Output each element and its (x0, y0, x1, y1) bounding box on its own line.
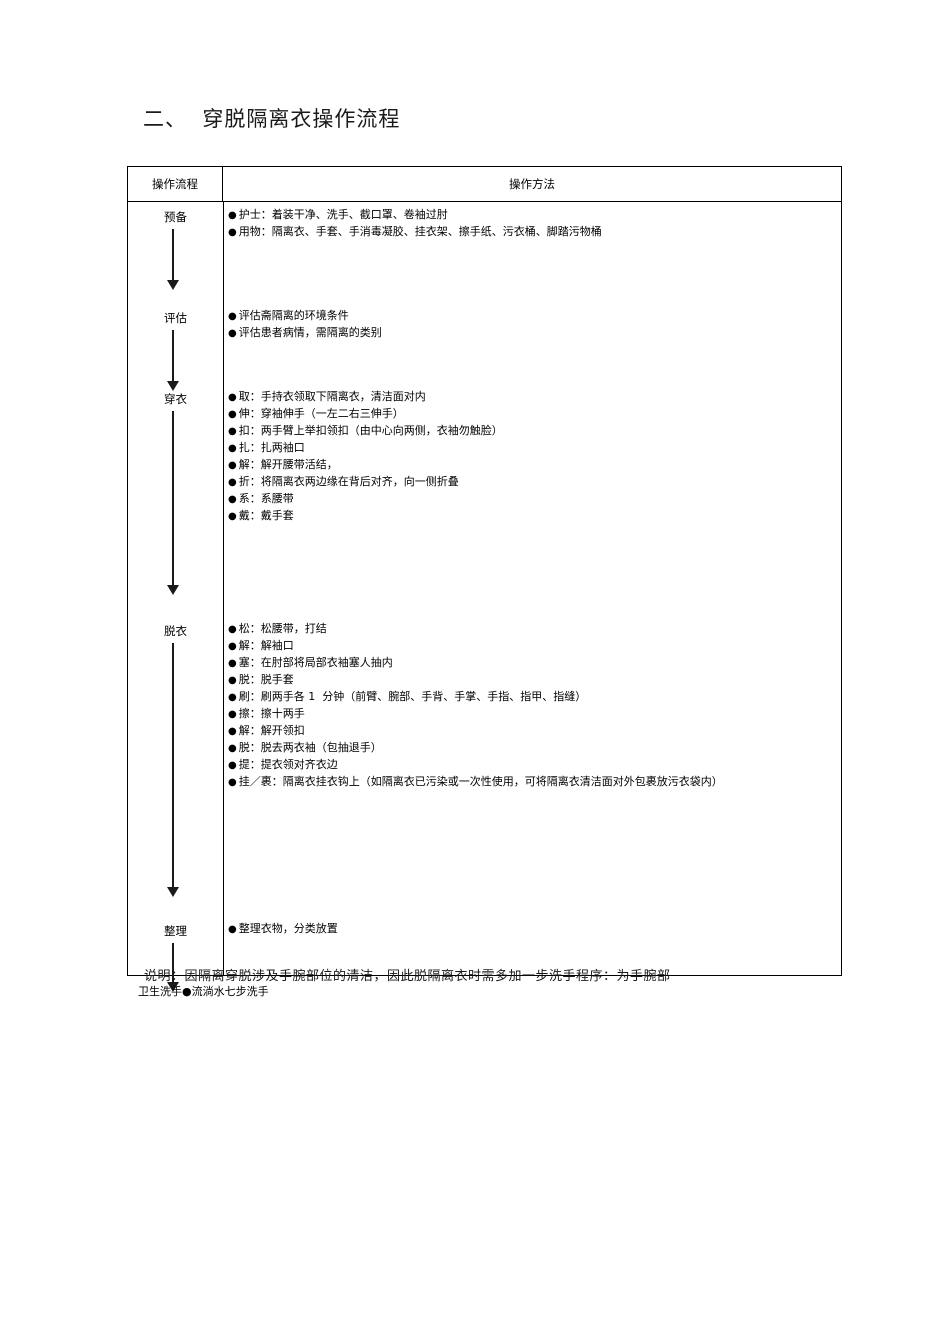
bullet-text: 评估患者病情，需隔离的类别 (238, 326, 382, 339)
bullet-text: 折：将隔离衣两边缘在背后对齐，向一侧折叠 (238, 475, 459, 488)
bullet-dot: ● (228, 743, 237, 754)
bullet-text: 戴：戴手套 (238, 509, 294, 522)
flow-arrow-down (172, 411, 175, 586)
bullet-text: 擦：擦十两手 (238, 707, 305, 720)
bullet-item: ● 擦：擦十两手 (228, 706, 833, 723)
bullet-dot: ● (228, 409, 237, 420)
bullet-dot: ● (228, 726, 237, 737)
bullet-text: 护士：着装干净、洗手、截口罩、卷袖过肘 (238, 208, 448, 221)
row-content: ● 护士：着装干净、洗手、截口罩、卷袖过肘 ● 用物：隔离衣、手套、手消毒凝胶、挂衣… (228, 207, 833, 241)
hand-hygiene-footer-text: 卫生洗手●流淌水七步洗手 (138, 985, 269, 998)
column-divider (223, 202, 224, 975)
bullet-dot: ● (228, 477, 237, 488)
bullet-text: 刷：刷两手各 1 分钟（前臂、腕部、手背、手掌、手指、指甲、指缝） (238, 690, 587, 703)
bullet-dot: ● (228, 311, 237, 322)
bullet-item: ● 系：系腰带 (228, 491, 833, 508)
bullet-dot: ● (228, 760, 237, 771)
flow-arrow-down (172, 229, 175, 281)
stage-label-assess: 评估 (164, 311, 187, 325)
table-header-row: 操作流程 操作方法 (128, 167, 841, 202)
bullet-dot: ● (228, 624, 237, 635)
row-content: ● 整理衣物，分类放置 (228, 921, 833, 938)
bullet-dot: ● (228, 641, 237, 652)
row-content: ● 取：手持衣领取下隔离衣，清洁面对内 ● 伸：穿袖伸手（一左二右三伸手） ● 扣：两… (228, 389, 833, 525)
table-body: 预备 ● 护士：着装干净、洗手、截口罩、卷袖过肘 ● 用物：隔离衣、手套、手消毒凝胶… (128, 202, 841, 998)
bullet-item: ● 护士：着装干净、洗手、截口罩、卷袖过肘 (228, 207, 833, 224)
bullet-dot: ● (228, 511, 237, 522)
stage-label-tidy: 整理 (164, 924, 187, 938)
bullet-text: 脱：脱手套 (238, 673, 294, 686)
table-note: 说明：因隔离穿脱涉及手腕部位的清洁，因此脱隔离衣时需多加一步洗手程序：为手腕部 (144, 969, 671, 984)
bullet-item: ● 挂／裹：隔离衣挂衣钩上（如隔离衣已污染或一次性使用，可将隔离衣清洁面对外包裹放… (228, 774, 833, 791)
bullet-item: ● 用物：隔离衣、手套、手消毒凝胶、挂衣架、擦手纸、污衣桶、脚踏污物桶 (228, 224, 833, 241)
bullet-dot: ● (228, 328, 237, 339)
bullet-text: 解：解开腰带活结， (238, 458, 338, 471)
bullet-text: 取：手持衣领取下隔离衣，清洁面对内 (238, 390, 426, 403)
bullet-dot: ● (228, 426, 237, 437)
bullet-item: ● 戴：戴手套 (228, 508, 833, 525)
column-header-method: 操作方法 (509, 177, 555, 191)
bullet-item: ● 评估斋隔离的环境条件 (228, 308, 833, 325)
bullet-text: 伸：穿袖伸手（一左二右三伸手） (238, 407, 404, 420)
bullet-item: ● 解：解开领扣 (228, 723, 833, 740)
bullet-text: 塞：在肘部将局部衣袖塞人抽内 (238, 656, 393, 669)
bullet-item: ● 解：解袖口 (228, 638, 833, 655)
bullet-text: 松：松腰带，打结 (238, 622, 327, 635)
bullet-text: 扎：扎两袖口 (238, 441, 305, 454)
bullet-dot: ● (228, 460, 237, 471)
bullet-text: 用物：隔离衣、手套、手消毒凝胶、挂衣架、擦手纸、污衣桶、脚踏污物桶 (238, 225, 602, 238)
bullet-item: ● 脱：脱手套 (228, 672, 833, 689)
bullet-dot: ● (228, 675, 237, 686)
bullet-text: 解：解袖口 (238, 639, 294, 652)
bullet-item: ● 提：提衣领对齐衣边 (228, 757, 833, 774)
bullet-text: 提：提衣领对齐衣边 (238, 758, 338, 771)
bullet-text: 挂／裹：隔离衣挂衣钩上（如隔离衣已污染或一次性使用，可将隔离衣清洁面对外包裹放污… (238, 775, 723, 788)
bullet-item: ● 扎：扎两袖口 (228, 440, 833, 457)
bullet-dot: ● (228, 777, 237, 788)
bullet-item: ● 扣：两手臂上举扣领扣（由中心向两侧，衣袖勿触脸） (228, 423, 833, 440)
bullet-text: 整理衣物，分类放置 (238, 922, 338, 935)
column-header-flow: 操作流程 (128, 167, 223, 201)
bullet-text: 解：解开领扣 (238, 724, 305, 737)
bullet-item: ● 整理衣物，分类放置 (228, 921, 833, 938)
stage-label-doff-gown: 脱衣 (164, 624, 187, 638)
bullet-item: ● 刷：刷两手各 1 分钟（前臂、腕部、手背、手掌、手指、指甲、指缝） (228, 689, 833, 706)
bullet-item: ● 取：手持衣领取下隔离衣，清洁面对内 (228, 389, 833, 406)
bullet-item: ● 伸：穿袖伸手（一左二右三伸手） (228, 406, 833, 423)
stage-label-don-gown: 穿衣 (164, 392, 187, 406)
flow-arrow-down (172, 643, 175, 888)
bullet-text: 系：系腰带 (238, 492, 294, 505)
bullet-dot: ● (228, 658, 237, 669)
row-content: ● 评估斋隔离的环境条件 ● 评估患者病情，需隔离的类别 (228, 308, 833, 342)
bullet-dot: ● (228, 392, 237, 403)
bullet-text: 扣：两手臂上举扣领扣（由中心向两侧，衣袖勿触脸） (238, 424, 503, 437)
bullet-dot: ● (228, 494, 237, 505)
operation-flow-table: 操作流程 操作方法 预备 ● 护士：着装干净、洗手、截口罩、卷袖过肘 ● 用物：隔离… (127, 166, 842, 998)
bullet-dot: ● (228, 210, 237, 221)
bullet-item: ● 评估患者病情，需隔离的类别 (228, 325, 833, 342)
bullet-dot: ● (228, 709, 237, 720)
bullet-item: ● 塞：在肘部将局部衣袖塞人抽内 (228, 655, 833, 672)
bullet-dot: ● (228, 692, 237, 703)
bullet-item: ● 解：解开腰带活结， (228, 457, 833, 474)
bullet-item: ● 松：松腰带，打结 (228, 621, 833, 638)
flow-arrow-down (172, 330, 175, 382)
bullet-dot: ● (228, 443, 237, 454)
stage-label-prepare: 预备 (164, 210, 187, 224)
bullet-dot: ● (228, 227, 237, 238)
bullet-dot: ● (228, 924, 237, 935)
bullet-item: ● 脱：脱去两衣袖（包抽退手） (228, 740, 833, 757)
bullet-text: 脱：脱去两衣袖（包抽退手） (238, 741, 382, 754)
row-content: ● 松：松腰带，打结 ● 解：解袖口 ● 塞：在肘部将局部衣袖塞人抽内 ● 脱：脱手套 … (228, 621, 833, 791)
bullet-text: 评估斋隔离的环境条件 (238, 309, 349, 322)
page-title: 二、 穿脱隔离衣操作流程 (143, 107, 401, 131)
bullet-item: ● 折：将隔离衣两边缘在背后对齐，向一侧折叠 (228, 474, 833, 491)
